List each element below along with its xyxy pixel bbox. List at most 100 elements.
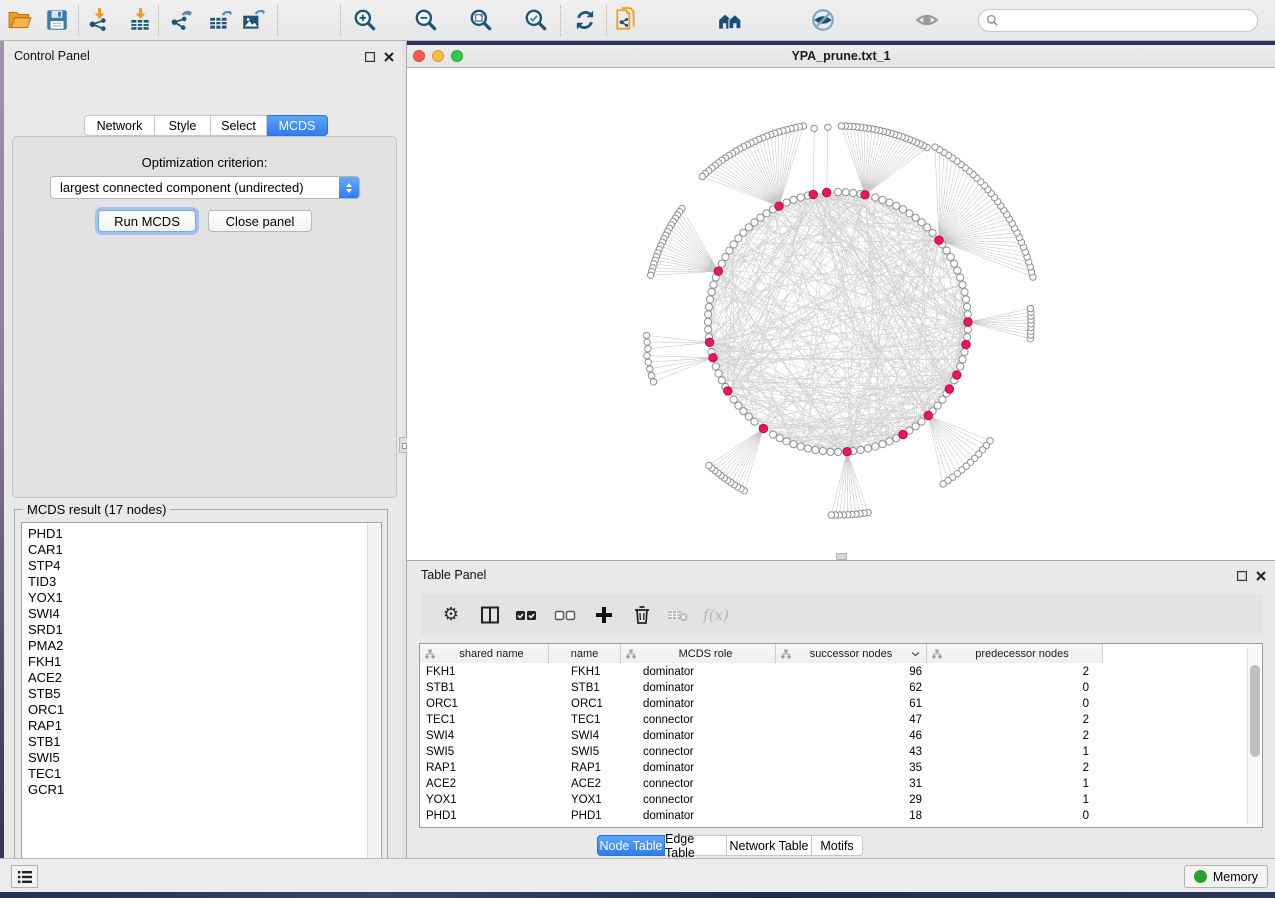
cell-successor_nodes[interactable]: 43 [776,744,927,760]
cell-predecessor_nodes[interactable]: 0 [927,696,1103,712]
cell-mcds_role[interactable]: dominator [621,760,776,776]
export-table-icon[interactable] [206,6,234,34]
tab-network-table[interactable]: Network Table [727,835,812,856]
cell-successor_nodes[interactable]: 96 [776,664,927,680]
unselect-all-columns-icon[interactable] [551,601,579,629]
show-columns-icon[interactable] [476,601,504,629]
cell-shared_name[interactable]: SWI4 [420,728,549,744]
cell-predecessor_nodes[interactable]: 0 [927,680,1103,696]
save-session-icon[interactable] [43,6,71,34]
cell-mcds_role[interactable]: dominator [621,728,776,744]
mcds-result-item[interactable]: STB1 [22,734,381,750]
cell-predecessor_nodes[interactable]: 2 [927,728,1103,744]
search-field[interactable] [978,9,1258,32]
mcds-list-scrollbar[interactable] [367,524,380,871]
search-input[interactable] [1003,14,1257,28]
cell-shared_name[interactable]: YOX1 [420,792,549,808]
memory-button[interactable]: Memory [1184,865,1268,888]
tab-motifs[interactable]: Motifs [812,835,863,856]
cell-predecessor_nodes[interactable]: 0 [927,808,1103,824]
zoom-selected-icon[interactable] [522,6,550,34]
cell-mcds_role[interactable]: connector [621,776,776,792]
table-row[interactable]: TEC1TEC1connector472 [420,712,1103,728]
select-all-columns-icon[interactable] [512,601,540,629]
import-table-icon[interactable] [126,6,154,34]
mcds-result-item[interactable]: SWI5 [22,750,381,766]
cell-shared_name[interactable]: SWI5 [420,744,549,760]
add-column-icon[interactable] [590,601,618,629]
mcds-result-item[interactable]: TID3 [22,574,381,590]
cell-shared_name[interactable]: ORC1 [420,696,549,712]
close-panel-icon[interactable] [382,50,395,63]
cell-successor_nodes[interactable]: 46 [776,728,927,744]
mcds-result-item[interactable]: SRD1 [22,622,381,638]
cell-name[interactable]: YOX1 [549,792,621,808]
table-row[interactable]: RAP1RAP1dominator352 [420,760,1103,776]
cell-shared_name[interactable]: FKH1 [420,664,549,680]
cell-name[interactable]: ACE2 [549,776,621,792]
cell-name[interactable]: SWI4 [549,728,621,744]
network-frame-titlebar[interactable]: YPA_prune.txt_1 [407,45,1275,68]
cell-name[interactable]: SWI5 [549,744,621,760]
table-row[interactable]: ORC1ORC1dominator610 [420,696,1103,712]
mcds-result-item[interactable]: SWI4 [22,606,381,622]
mcds-result-item[interactable]: CAR1 [22,542,381,558]
table-row[interactable]: ACE2ACE2connector311 [420,776,1103,792]
column-header-name[interactable]: name [549,644,621,663]
cell-shared_name[interactable]: TEC1 [420,712,549,728]
import-network-icon[interactable] [85,6,113,34]
cell-predecessor_nodes[interactable]: 2 [927,712,1103,728]
cell-predecessor_nodes[interactable]: 1 [927,776,1103,792]
table-row[interactable]: STB1STB1dominator620 [420,680,1103,696]
cell-name[interactable]: RAP1 [549,760,621,776]
column-header-predecessor_nodes[interactable]: predecessor nodes [927,644,1103,663]
table-row[interactable]: YOX1YOX1connector291 [420,792,1103,808]
zoom-fit-icon[interactable] [467,6,495,34]
horizontal-splitter-handle[interactable] [836,553,847,560]
mcds-result-item[interactable]: YOX1 [22,590,381,606]
table-row[interactable]: SWI5SWI5connector431 [420,744,1103,760]
cell-successor_nodes[interactable]: 61 [776,696,927,712]
column-header-shared_name[interactable]: shared name [420,644,549,663]
cell-successor_nodes[interactable]: 31 [776,776,927,792]
run-mcds-button[interactable]: Run MCDS [98,210,196,232]
cell-name[interactable]: STB1 [549,680,621,696]
tab-select[interactable]: Select [211,115,267,136]
cell-mcds_role[interactable]: dominator [621,680,776,696]
delete-table-icon[interactable] [664,601,692,629]
mcds-result-item[interactable]: RAP1 [22,718,381,734]
cell-mcds_role[interactable]: connector [621,712,776,728]
tab-style[interactable]: Style [155,115,211,136]
column-header-successor_nodes[interactable]: successor nodes [776,644,927,663]
show-all-icon[interactable] [913,6,941,34]
first-neighbors-icon[interactable] [716,6,744,34]
export-network-icon[interactable] [167,6,195,34]
node-table[interactable]: shared namenameMCDS rolesuccessor nodesp… [419,643,1263,828]
clone-network-icon[interactable] [612,6,640,34]
mcds-result-item[interactable]: STP4 [22,558,381,574]
mcds-result-item[interactable]: TEC1 [22,766,381,782]
hide-selected-icon[interactable] [809,6,837,34]
export-image-icon[interactable] [239,6,267,34]
cell-mcds_role[interactable]: dominator [621,696,776,712]
cell-shared_name[interactable]: RAP1 [420,760,549,776]
tab-node-table[interactable]: Node Table [597,835,665,856]
cell-mcds_role[interactable]: connector [621,744,776,760]
cell-shared_name[interactable]: STB1 [420,680,549,696]
cell-shared_name[interactable]: PHD1 [420,808,549,824]
table-row[interactable]: FKH1FKH1dominator962 [420,664,1103,680]
cell-shared_name[interactable]: ACE2 [420,776,549,792]
mcds-result-item[interactable]: ACE2 [22,670,381,686]
table-scrollbar[interactable] [1247,647,1260,824]
table-row[interactable]: PHD1PHD1dominator180 [420,808,1103,824]
delete-column-icon[interactable] [628,601,656,629]
zoom-in-icon[interactable] [351,6,379,34]
close-table-panel-icon[interactable] [1254,569,1267,582]
cell-name[interactable]: ORC1 [549,696,621,712]
task-history-button[interactable] [11,865,38,888]
cell-name[interactable]: PHD1 [549,808,621,824]
column-header-mcds_role[interactable]: MCDS role [621,644,776,663]
float-panel-icon[interactable] [363,50,376,63]
table-settings-icon[interactable]: ⚙ [437,601,465,629]
cell-name[interactable]: TEC1 [549,712,621,728]
